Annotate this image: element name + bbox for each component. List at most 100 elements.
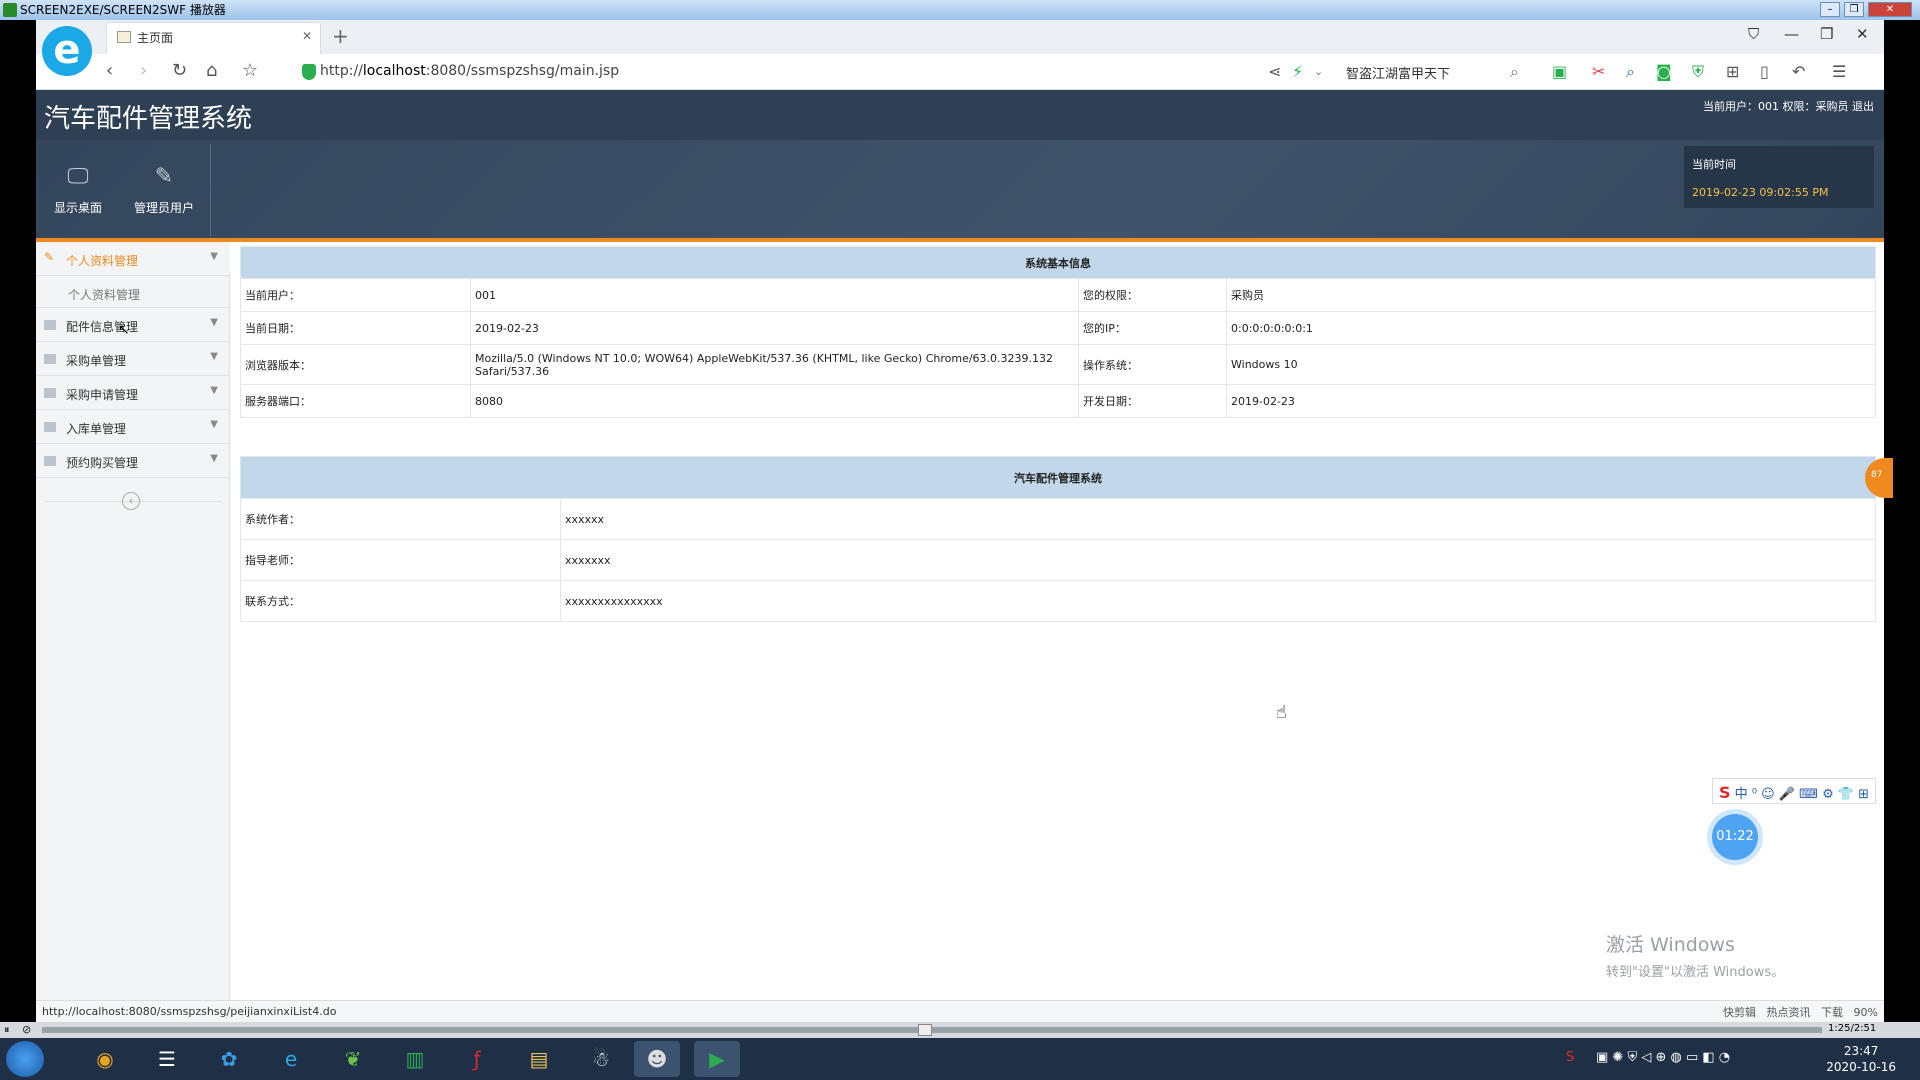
sidebar-subitem-personal-info[interactable]: 个人资料管理 bbox=[36, 276, 230, 308]
chevron-down-icon[interactable]: ⌄ bbox=[1314, 65, 1323, 78]
sidebar-item-reservation[interactable]: 预约购买管理 ▼ bbox=[36, 444, 230, 478]
menu-icon[interactable]: ☰ bbox=[1832, 62, 1846, 81]
reader-icon[interactable]: ▯ bbox=[1760, 62, 1769, 81]
stop-icon[interactable]: ⊘ bbox=[22, 1023, 31, 1036]
browser-window: 主页面 ✕ + ⛉ — ❐ ✕ e ‹ › ↻ ⌂ ☆ http://local… bbox=[36, 20, 1884, 1020]
collapse-sidebar-icon[interactable]: ‹ bbox=[122, 492, 140, 510]
player-seek-bar[interactable] bbox=[42, 1027, 1822, 1033]
chevron-down-icon: ▼ bbox=[210, 453, 218, 464]
file-explorer-icon[interactable]: ▤ bbox=[516, 1041, 562, 1077]
url-field[interactable]: http://localhost:8080/ssmspzshsg/main.js… bbox=[320, 63, 619, 79]
ime-tools-icon: ⁰ ☺ 🎤 ⌨ ⚙ 👕 ⊞ bbox=[1751, 787, 1870, 802]
chrome-icon[interactable]: ◉ bbox=[82, 1041, 128, 1077]
monitor-icon: 🖵 bbox=[67, 164, 89, 189]
player-logo-icon bbox=[3, 3, 17, 17]
info-label: 您的权限： bbox=[1078, 278, 1227, 312]
sidebar-item-stock-in[interactable]: 入库单管理 ▼ bbox=[36, 410, 230, 444]
find-icon[interactable]: ⌕ bbox=[1626, 62, 1635, 82]
info-label: 服务器端口： bbox=[240, 384, 471, 418]
info-value: 采购员 bbox=[1226, 278, 1876, 312]
info-label: 您的IP： bbox=[1078, 311, 1227, 345]
share-icon[interactable]: ⋖ bbox=[1268, 62, 1281, 81]
zoom-level[interactable]: 90% bbox=[1854, 1006, 1878, 1019]
about-value: xxxxxxxxxxxxxxx bbox=[560, 580, 1876, 622]
speed-icon[interactable]: ⚡ bbox=[1292, 62, 1303, 81]
qq-icon[interactable]: ☃ bbox=[578, 1041, 624, 1077]
system-clock[interactable]: 23:47 2020-10-16 bbox=[1826, 1043, 1896, 1075]
table-row: 当前用户： 001 您的权限： 采购员 bbox=[240, 278, 1876, 312]
player-title: SCREEN2EXE/SCREEN2SWF 播放器 bbox=[20, 3, 226, 17]
ime-toolbar[interactable]: S 中 ⁰ ☺ 🎤 ⌨ ⚙ 👕 ⊞ bbox=[1712, 778, 1877, 804]
player-taskbar-icon[interactable]: ▶ bbox=[694, 1041, 740, 1077]
flash-icon[interactable]: ƒ bbox=[454, 1041, 500, 1077]
tab-main[interactable]: 主页面 ✕ bbox=[106, 22, 321, 54]
seek-handle[interactable] bbox=[918, 1024, 932, 1036]
show-desktop-button[interactable]: 🖵 显示桌面 bbox=[38, 150, 118, 230]
pencil-icon: ✎ bbox=[154, 164, 174, 189]
player-time: 1:25/2:51 bbox=[1828, 1023, 1877, 1034]
new-tab-button[interactable]: + bbox=[332, 24, 349, 48]
info-value: 2019-02-23 bbox=[470, 311, 1079, 345]
table-row: 服务器端口： 8080 开发日期： 2019-02-23 bbox=[240, 384, 1876, 418]
chart-app-icon[interactable]: ▥ bbox=[392, 1041, 438, 1077]
sidebar-item-purchase-order[interactable]: 采购单管理 ▼ bbox=[36, 342, 230, 376]
back-button[interactable]: ‹ bbox=[106, 60, 113, 81]
forward-button[interactable]: › bbox=[140, 60, 147, 81]
admin-user-button[interactable]: ✎ 管理员用户 bbox=[124, 150, 204, 230]
tab-close-icon[interactable]: ✕ bbox=[302, 29, 312, 43]
tray-icons[interactable]: ▣ ✺ ⛨ ◁ ⊕ ◍ ▭ ◧ ◔ bbox=[1596, 1050, 1730, 1065]
sidebar-item-purchase-request[interactable]: 采购申请管理 ▼ bbox=[36, 376, 230, 410]
player-restore-button[interactable]: ❐ bbox=[1844, 2, 1864, 17]
home-button[interactable]: ⌂ bbox=[206, 60, 217, 81]
activate-title: 激活 Windows bbox=[1606, 934, 1735, 956]
reload-button[interactable]: ↻ bbox=[172, 60, 187, 81]
table-row: 浏览器版本： Mozilla/5.0 (Windows NT 10.0; WOW… bbox=[240, 344, 1876, 385]
network-app-icon[interactable]: ✿ bbox=[206, 1041, 252, 1077]
translate-icon[interactable]: ▣ bbox=[1552, 62, 1567, 81]
skin-icon[interactable]: ⛉ bbox=[1748, 25, 1759, 43]
close-button[interactable]: ✕ bbox=[1856, 25, 1869, 43]
player-close-button[interactable]: ✕ bbox=[1868, 2, 1912, 17]
sidebar-item-label: 预约购买管理 bbox=[66, 456, 139, 470]
browser-taskbar-icon[interactable]: e bbox=[268, 1041, 314, 1077]
quick-cut-button[interactable]: 快剪辑 bbox=[1723, 1006, 1756, 1019]
about-value: xxxxxx bbox=[560, 498, 1876, 540]
download-button[interactable]: 下载 bbox=[1821, 1006, 1843, 1019]
recording-timer[interactable]: 01:22 bbox=[1712, 814, 1758, 860]
search-input[interactable]: 智盗江湖富甲天下 bbox=[1346, 63, 1450, 82]
status-url: http://localhost:8080/ssmspzshsg/peijian… bbox=[42, 1005, 337, 1018]
sogou-tray-icon[interactable]: S bbox=[1566, 1050, 1574, 1065]
bookmark-star-icon[interactable]: ☆ bbox=[242, 60, 258, 81]
player-minimize-button[interactable]: – bbox=[1820, 2, 1840, 17]
user-app-icon[interactable]: ☻ bbox=[634, 1041, 680, 1077]
user-bar[interactable]: 当前用户：001 权限：采购员 退出 bbox=[1703, 98, 1874, 114]
list-icon bbox=[44, 422, 56, 432]
minimize-button[interactable]: — bbox=[1784, 25, 1799, 43]
info-value: 8080 bbox=[470, 384, 1079, 418]
sidebar-item-personal-info[interactable]: ✎ 个人资料管理 ▼ bbox=[36, 242, 230, 276]
eclipse-icon[interactable]: ☰ bbox=[144, 1041, 190, 1077]
tab-title: 主页面 bbox=[137, 31, 174, 45]
search-icon[interactable]: ⌕ bbox=[1510, 62, 1519, 82]
game-icon[interactable]: ◙ bbox=[1656, 62, 1672, 81]
info-label: 当前日期： bbox=[240, 311, 471, 345]
table-row: 联系方式： xxxxxxxxxxxxxxx bbox=[240, 580, 1876, 622]
shield-icon[interactable]: ⛨ bbox=[1692, 62, 1704, 82]
chevron-down-icon: ▼ bbox=[210, 251, 218, 262]
status-tools: 快剪辑 热点资讯 下载 90% bbox=[1723, 1004, 1878, 1020]
undo-icon[interactable]: ↶ bbox=[1792, 62, 1805, 81]
system-info-header: 系统基本信息 bbox=[240, 246, 1876, 279]
windows-activation-watermark: 激活 Windows 转到"设置"以激活 Windows。 bbox=[1606, 930, 1784, 980]
info-value: Mozilla/5.0 (Windows NT 10.0; WOW64) App… bbox=[470, 344, 1079, 385]
table-row: 系统作者： xxxxxx bbox=[240, 498, 1876, 540]
url-prefix: http:// bbox=[320, 63, 363, 79]
scissors-icon[interactable]: ✂ bbox=[1592, 62, 1605, 81]
restore-button[interactable]: ❐ bbox=[1820, 25, 1833, 43]
hot-news-button[interactable]: 热点资讯 bbox=[1767, 1006, 1811, 1019]
start-button[interactable] bbox=[6, 1041, 44, 1077]
pause-icon[interactable]: ⏸ bbox=[4, 1023, 10, 1037]
apps-grid-icon[interactable]: ⊞ bbox=[1726, 62, 1739, 81]
leaf-app-icon[interactable]: ❦ bbox=[330, 1041, 376, 1077]
sidebar-item-parts-info[interactable]: 配件信息管理 ▼ bbox=[36, 308, 230, 342]
chevron-down-icon: ▼ bbox=[210, 351, 218, 362]
